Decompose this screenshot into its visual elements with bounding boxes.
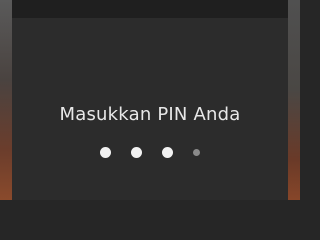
status-bar [12, 0, 288, 18]
pin-dot-1 [100, 146, 111, 158]
wallpaper-edge-left [0, 0, 12, 200]
pin-dot-3 [162, 146, 173, 158]
pin-dot-2 [131, 146, 142, 158]
pin-indicator [12, 145, 288, 159]
pin-prompt-label: Masukkan PIN Anda [59, 104, 241, 125]
lock-screen: Masukkan PIN Anda [0, 0, 300, 200]
pin-dot-4 [193, 148, 200, 156]
wallpaper-edge-right [288, 0, 300, 200]
